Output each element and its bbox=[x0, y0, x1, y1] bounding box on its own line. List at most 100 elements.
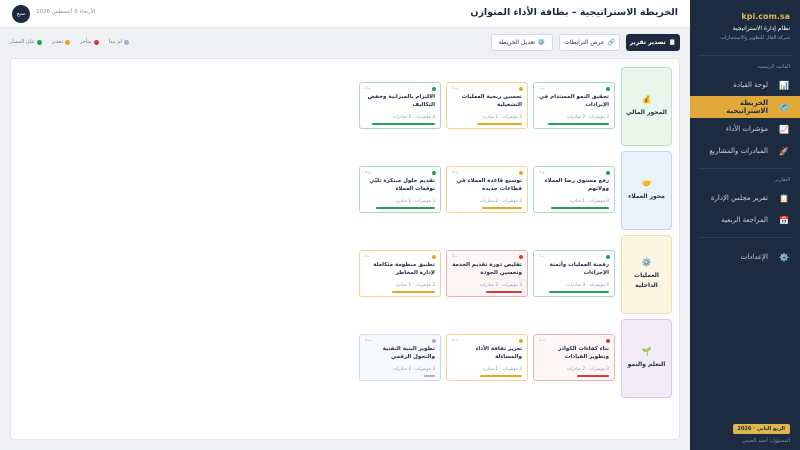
objective-card[interactable]: ت-3 تطوير البنية التقنية والتحول الرقمي 3 … bbox=[359, 334, 441, 381]
status-dot bbox=[432, 255, 436, 259]
objective-title: تطبيق منظومة متكاملة لإدارة المخاطر bbox=[373, 262, 435, 276]
legend-label: لم يبدأ bbox=[108, 39, 122, 45]
objective-meta: 3 مؤشرات · 2 مبادرات bbox=[479, 283, 522, 288]
objective-code: ت-3 bbox=[365, 338, 372, 342]
objective-card[interactable]: د-3 تطبيق منظومة متكاملة لإدارة المخاطر 2 … bbox=[359, 250, 441, 297]
objective-card[interactable]: د-2 تقليص دورة تقديم الخدمة وتحسين الجودة… bbox=[446, 250, 528, 297]
calendar-icon: 📅 bbox=[779, 215, 789, 225]
objective-meta: 4 مؤشرات · 2 مبادرات bbox=[392, 115, 435, 120]
objective-card[interactable]: ت-2 تعزيز ثقافة الأداء والمساءلة 2 مؤشرات … bbox=[446, 334, 528, 381]
legend-item: تحذير bbox=[51, 39, 71, 45]
org-name: شركة الفال للتطوير والاستثمارات bbox=[720, 35, 790, 41]
perspective-label: المحور المالي bbox=[626, 109, 667, 116]
objective-progress-bar bbox=[376, 207, 435, 209]
edit-map-button[interactable]: ⚙️ تعديل الخريطة bbox=[491, 34, 553, 51]
objective-title: تحقيق النمو المستدام في الإيرادات bbox=[538, 94, 609, 108]
objective-code: ع-1 bbox=[539, 170, 545, 174]
objective-code: ع-2 bbox=[452, 170, 458, 174]
objective-meta: 2 مؤشرات · 1 مبادرة bbox=[482, 367, 522, 372]
objective-card[interactable]: د-1 رقمنة العمليات وأتمتة الإجراءات 4 مؤشر… bbox=[533, 250, 615, 297]
objective-progress-bar bbox=[482, 207, 522, 209]
objective-progress-bar bbox=[424, 375, 435, 377]
status-dot bbox=[606, 339, 610, 343]
edit-map-label: تعديل الخريطة bbox=[498, 39, 535, 46]
objective-meta: 3 مؤشرات · 2 مبادرات bbox=[566, 367, 609, 372]
perspective-1[interactable]: 💰 المحور المالي bbox=[621, 67, 672, 146]
handshake-icon: 🤝 bbox=[641, 179, 652, 188]
legend-item: على المسار bbox=[10, 39, 42, 45]
objective-progress-bar bbox=[549, 291, 609, 293]
objective-code: د-3 bbox=[365, 254, 371, 258]
objective-meta: 3 مؤشرات · 1 مبادرة bbox=[395, 199, 435, 204]
sidebar-item-label: مؤشرات الأداء bbox=[725, 125, 768, 133]
objective-title: تقليص دورة تقديم الخدمة وتحسين الجودة bbox=[452, 262, 522, 276]
status-dot bbox=[519, 339, 523, 343]
objective-meta: 3 مؤشرات · 1 مبادرة bbox=[569, 199, 609, 204]
objective-title: تطوير البنية التقنية والتحول الرقمي bbox=[382, 346, 435, 360]
sidebar-item-quarterly-review[interactable]: 📅 المراجعة الربعية bbox=[690, 209, 800, 231]
objective-title: رفع مستوى رضا العملاء وولائهم bbox=[544, 178, 609, 192]
objective-card[interactable]: ت-1 بناء كفاءات الكوادر وتطوير القيادات 3 … bbox=[533, 334, 615, 381]
objective-progress-bar bbox=[486, 291, 522, 293]
brand-domain[interactable]: kpi.com.sa bbox=[700, 12, 790, 21]
objective-card[interactable]: م-2 تحسين ربحية العمليات التشغيلية 2 مؤشرا… bbox=[446, 82, 528, 129]
sidebar-item-label: الخريطة الاستراتيجية bbox=[726, 99, 768, 115]
objective-code: م-2 bbox=[452, 86, 458, 90]
export-report-button[interactable]: 📋 تصدير تقرير bbox=[626, 34, 680, 51]
objective-title: تحسين ربحية العمليات التشغيلية bbox=[461, 94, 522, 108]
sidebar-item-kpis[interactable]: 📈 مؤشرات الأداء bbox=[690, 118, 800, 140]
objective-title: تعزيز ثقافة الأداء والمساءلة bbox=[475, 346, 522, 360]
sidebar-item-initiatives[interactable]: 🚀 المبادرات والمشاريع bbox=[690, 140, 800, 162]
gear-icon: ⚙️ bbox=[641, 258, 652, 267]
perspective-label: العمليات الداخلية bbox=[634, 272, 659, 289]
objective-progress-bar bbox=[551, 207, 609, 209]
objective-card[interactable]: ع-2 توسيع قاعدة العملاء في قطاعات جديدة 2 … bbox=[446, 166, 528, 213]
sidebar-footer: الربع الثاني · 2026 المسؤول: أحمد العتيب… bbox=[700, 424, 790, 444]
seedling-icon: 🌱 bbox=[641, 347, 652, 356]
perspective-2[interactable]: 🤝 محور العملاء bbox=[621, 151, 672, 230]
gear-icon: ⚙️ bbox=[779, 252, 789, 262]
sidebar-item-board-report[interactable]: 📋 تقرير مجلس الإدارة bbox=[690, 187, 800, 209]
objective-code: م-1 bbox=[539, 86, 545, 90]
objective-card[interactable]: م-3 الالتزام بالميزانية وخفض التكاليف 4 مؤ… bbox=[359, 82, 441, 129]
status-dot bbox=[519, 171, 523, 175]
legend-item: لم يبدأ bbox=[109, 39, 129, 45]
quarter-badge: الربع الثاني · 2026 bbox=[732, 424, 790, 434]
objective-progress-bar bbox=[372, 123, 435, 125]
perspective-4[interactable]: 🌱 التعلم والنمو bbox=[621, 319, 672, 398]
legend-dot bbox=[93, 39, 99, 45]
sidebar-divider bbox=[698, 55, 792, 56]
sidebar-brand: kpi.com.sa نظام إدارة الاستراتيجية شركة … bbox=[690, 0, 800, 49]
objective-code: ع-3 bbox=[365, 170, 371, 174]
objective-code: ت-2 bbox=[452, 338, 459, 342]
objective-code: ت-1 bbox=[539, 338, 546, 342]
sidebar: kpi.com.sa نظام إدارة الاستراتيجية شركة … bbox=[690, 0, 800, 450]
sidebar-item-dashboard[interactable]: 📊 لوحة القيادة bbox=[690, 74, 800, 96]
avatar[interactable]: سبع bbox=[12, 5, 30, 23]
objective-title: تقديم حلول مبتكرة تلبّي توقعات العملاء bbox=[369, 178, 435, 192]
objective-code: م-3 bbox=[365, 86, 371, 90]
objective-card[interactable]: ع-1 رفع مستوى رضا العملاء وولائهم 3 مؤشرات… bbox=[533, 166, 615, 213]
objective-progress-bar bbox=[480, 375, 522, 377]
objective-progress-bar bbox=[477, 123, 522, 125]
toolbar: 📋 تصدير تقرير 🔗 عرض الترابطات ⚙️ تعديل ا… bbox=[10, 34, 680, 52]
objective-code: د-2 bbox=[452, 254, 458, 258]
sidebar-section-main: القائمة الرئيسية bbox=[757, 64, 790, 70]
objective-card[interactable]: م-1 تحقيق النمو المستدام في الإيرادات 3 مؤ… bbox=[533, 82, 615, 129]
legend-item: متأخر bbox=[80, 39, 99, 45]
show-relations-button[interactable]: 🔗 عرض الترابطات bbox=[559, 34, 620, 51]
top-header: الخريطة الاستراتيجية – بطاقة الأداء المت… bbox=[0, 0, 690, 28]
sidebar-item-settings[interactable]: ⚙️ الإعدادات bbox=[690, 246, 800, 268]
sidebar-item-label: لوحة القيادة bbox=[733, 81, 768, 89]
legend-label: تحذير bbox=[51, 39, 64, 45]
objective-meta: 2 مؤشرات · 1 مبادرة bbox=[482, 115, 522, 120]
objective-meta: 3 مؤشرات · 2 مبادرات bbox=[566, 115, 609, 120]
sidebar-item-strategy-map[interactable]: 🗺️ الخريطة الاستراتيجية bbox=[690, 96, 800, 118]
objective-code: د-1 bbox=[539, 254, 545, 258]
sidebar-section-reports: التقارير bbox=[774, 177, 790, 183]
objective-title: الالتزام بالميزانية وخفض التكاليف bbox=[367, 94, 435, 108]
status-dot bbox=[606, 255, 610, 259]
perspective-3[interactable]: ⚙️ العمليات الداخلية bbox=[621, 235, 672, 314]
sidebar-item-label: الإعدادات bbox=[740, 253, 768, 261]
objective-card[interactable]: ع-3 تقديم حلول مبتكرة تلبّي توقعات العملا… bbox=[359, 166, 441, 213]
